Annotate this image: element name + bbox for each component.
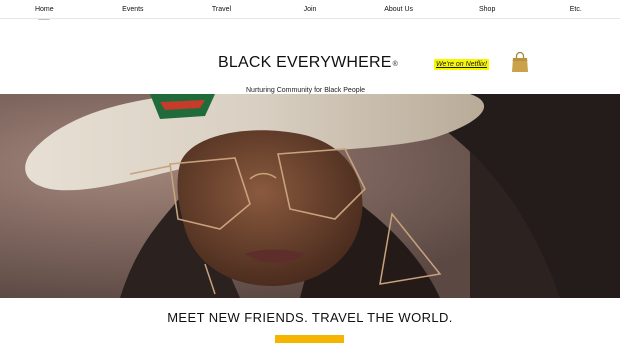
shopping-bag-icon[interactable] [511, 51, 529, 73]
nav-home[interactable]: Home [0, 0, 89, 25]
hero-slogan: MEET NEW FRIENDS. TRAVEL THE WORLD. [167, 310, 453, 325]
brand-name: BLACK EVERYWHERE [218, 54, 392, 71]
top-navigation: Home Events Travel Join About Us Shop Et… [0, 0, 620, 25]
netflix-link[interactable]: We're on Netflix! [434, 59, 490, 70]
nav-join[interactable]: Join [266, 0, 355, 19]
site-header: BLACK EVERYWHERE® Nurturing Community fo… [0, 20, 620, 94]
hero-photo-portrait [0, 94, 620, 298]
site-logo-title[interactable]: BLACK EVERYWHERE® [218, 54, 398, 72]
nav-travel[interactable]: Travel [177, 0, 266, 19]
cta-button[interactable] [275, 335, 344, 343]
nav-about-us[interactable]: About Us [354, 0, 443, 19]
nav-shop[interactable]: Shop [443, 0, 532, 19]
tagline: Nurturing Community for Black People [246, 87, 366, 94]
hero-image [0, 94, 620, 298]
registered-mark: ® [392, 61, 398, 68]
nav-etc[interactable]: Etc. [531, 0, 620, 19]
nav-events[interactable]: Events [89, 0, 178, 19]
